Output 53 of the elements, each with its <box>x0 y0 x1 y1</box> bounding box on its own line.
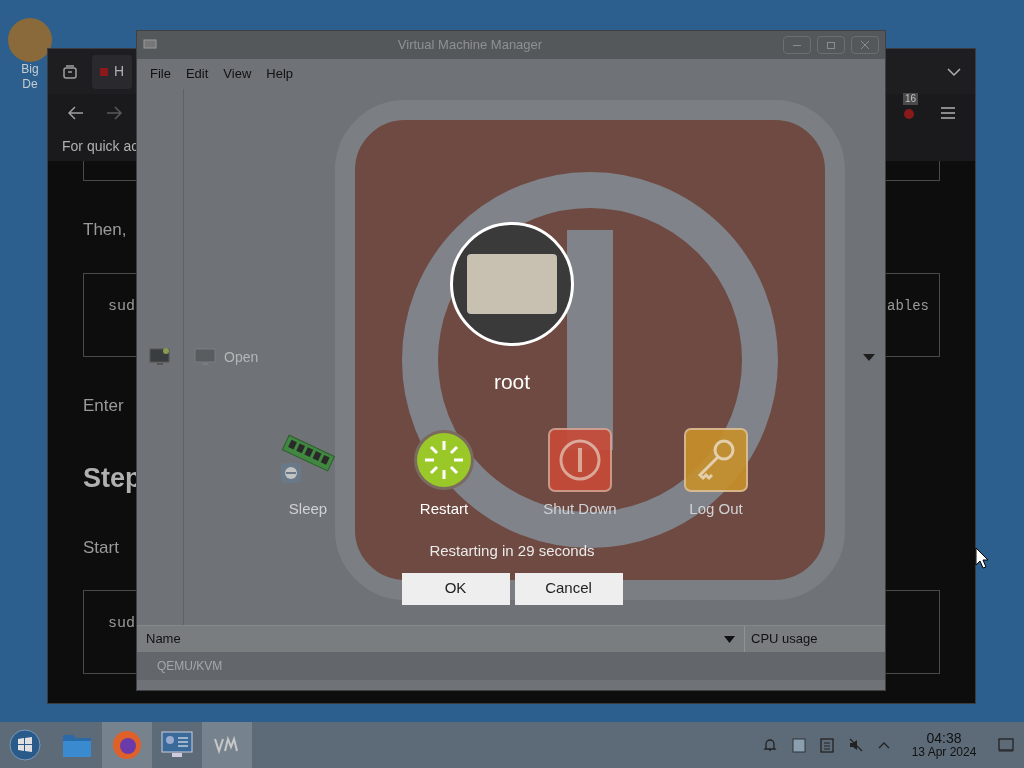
taskbar-app[interactable] <box>202 722 252 768</box>
column-header[interactable]: CPU usage <box>745 626 885 652</box>
new-vm-icon[interactable] <box>149 347 171 367</box>
tab-overview-icon[interactable] <box>62 63 78 80</box>
power-action[interactable]: Restart <box>394 427 494 520</box>
dialog-button[interactable]: OK <box>401 572 510 605</box>
table-row-text[interactable]: QEMU/KVM <box>157 657 223 675</box>
code-text: sud <box>108 614 135 634</box>
app-icon <box>143 39 157 51</box>
close-button[interactable] <box>851 36 879 54</box>
spinner-icon <box>413 428 475 491</box>
paragraph-text: Start <box>83 536 119 559</box>
user-name: root <box>493 369 531 395</box>
dialog-button[interactable]: Cancel <box>514 572 623 605</box>
key-icon <box>684 427 748 492</box>
browser-tab[interactable]: H <box>92 54 132 89</box>
paragraph-text: Enter <box>83 394 124 417</box>
power-action[interactable]: Sleep <box>258 427 358 520</box>
menu-item[interactable]: File <box>143 64 178 84</box>
maximize-button[interactable] <box>817 36 845 54</box>
browser-icon <box>111 729 143 761</box>
sort-arrow-icon <box>724 635 735 643</box>
clock[interactable]: 04:38 13 Apr 2024 <box>904 731 984 759</box>
mouse-pointer-icon <box>975 547 989 569</box>
muted-speaker-icon[interactable] <box>848 737 864 753</box>
paragraph-text: Then, <box>83 219 127 241</box>
document-icon[interactable] <box>820 737 834 753</box>
desktop-icon-label: Big <box>21 62 39 77</box>
folder-icon <box>62 732 92 758</box>
show-desktop-icon[interactable] <box>998 737 1014 753</box>
back-arrow-icon[interactable] <box>68 105 84 120</box>
menu-item[interactable]: Help <box>259 64 301 84</box>
clipboard-icon[interactable] <box>792 737 806 753</box>
menu-icon[interactable] <box>941 106 955 119</box>
forward-arrow-icon[interactable] <box>106 105 122 120</box>
bell-icon[interactable] <box>762 737 778 753</box>
desktop-icon-label: De <box>22 77 38 92</box>
countdown-message: Restarting in 29 seconds <box>429 541 595 561</box>
menu-item[interactable]: Edit <box>178 64 216 84</box>
close-icon <box>861 41 869 49</box>
monitor-icon <box>160 730 194 760</box>
caret-up-icon[interactable] <box>878 741 890 749</box>
dropdown-arrow-icon[interactable] <box>863 353 875 361</box>
window-title: Virtual Machine Manager <box>396 36 544 55</box>
chevron-down-icon[interactable] <box>947 66 961 77</box>
desktop-icon[interactable] <box>8 18 52 62</box>
code-text: ables <box>887 296 929 316</box>
open-button[interactable]: Open <box>224 346 259 368</box>
code-text: sud <box>108 296 135 317</box>
power-icon <box>548 427 612 492</box>
start-orb-icon <box>9 729 41 761</box>
monitor-icon[interactable] <box>194 348 216 366</box>
menu-item[interactable]: View <box>216 64 259 84</box>
